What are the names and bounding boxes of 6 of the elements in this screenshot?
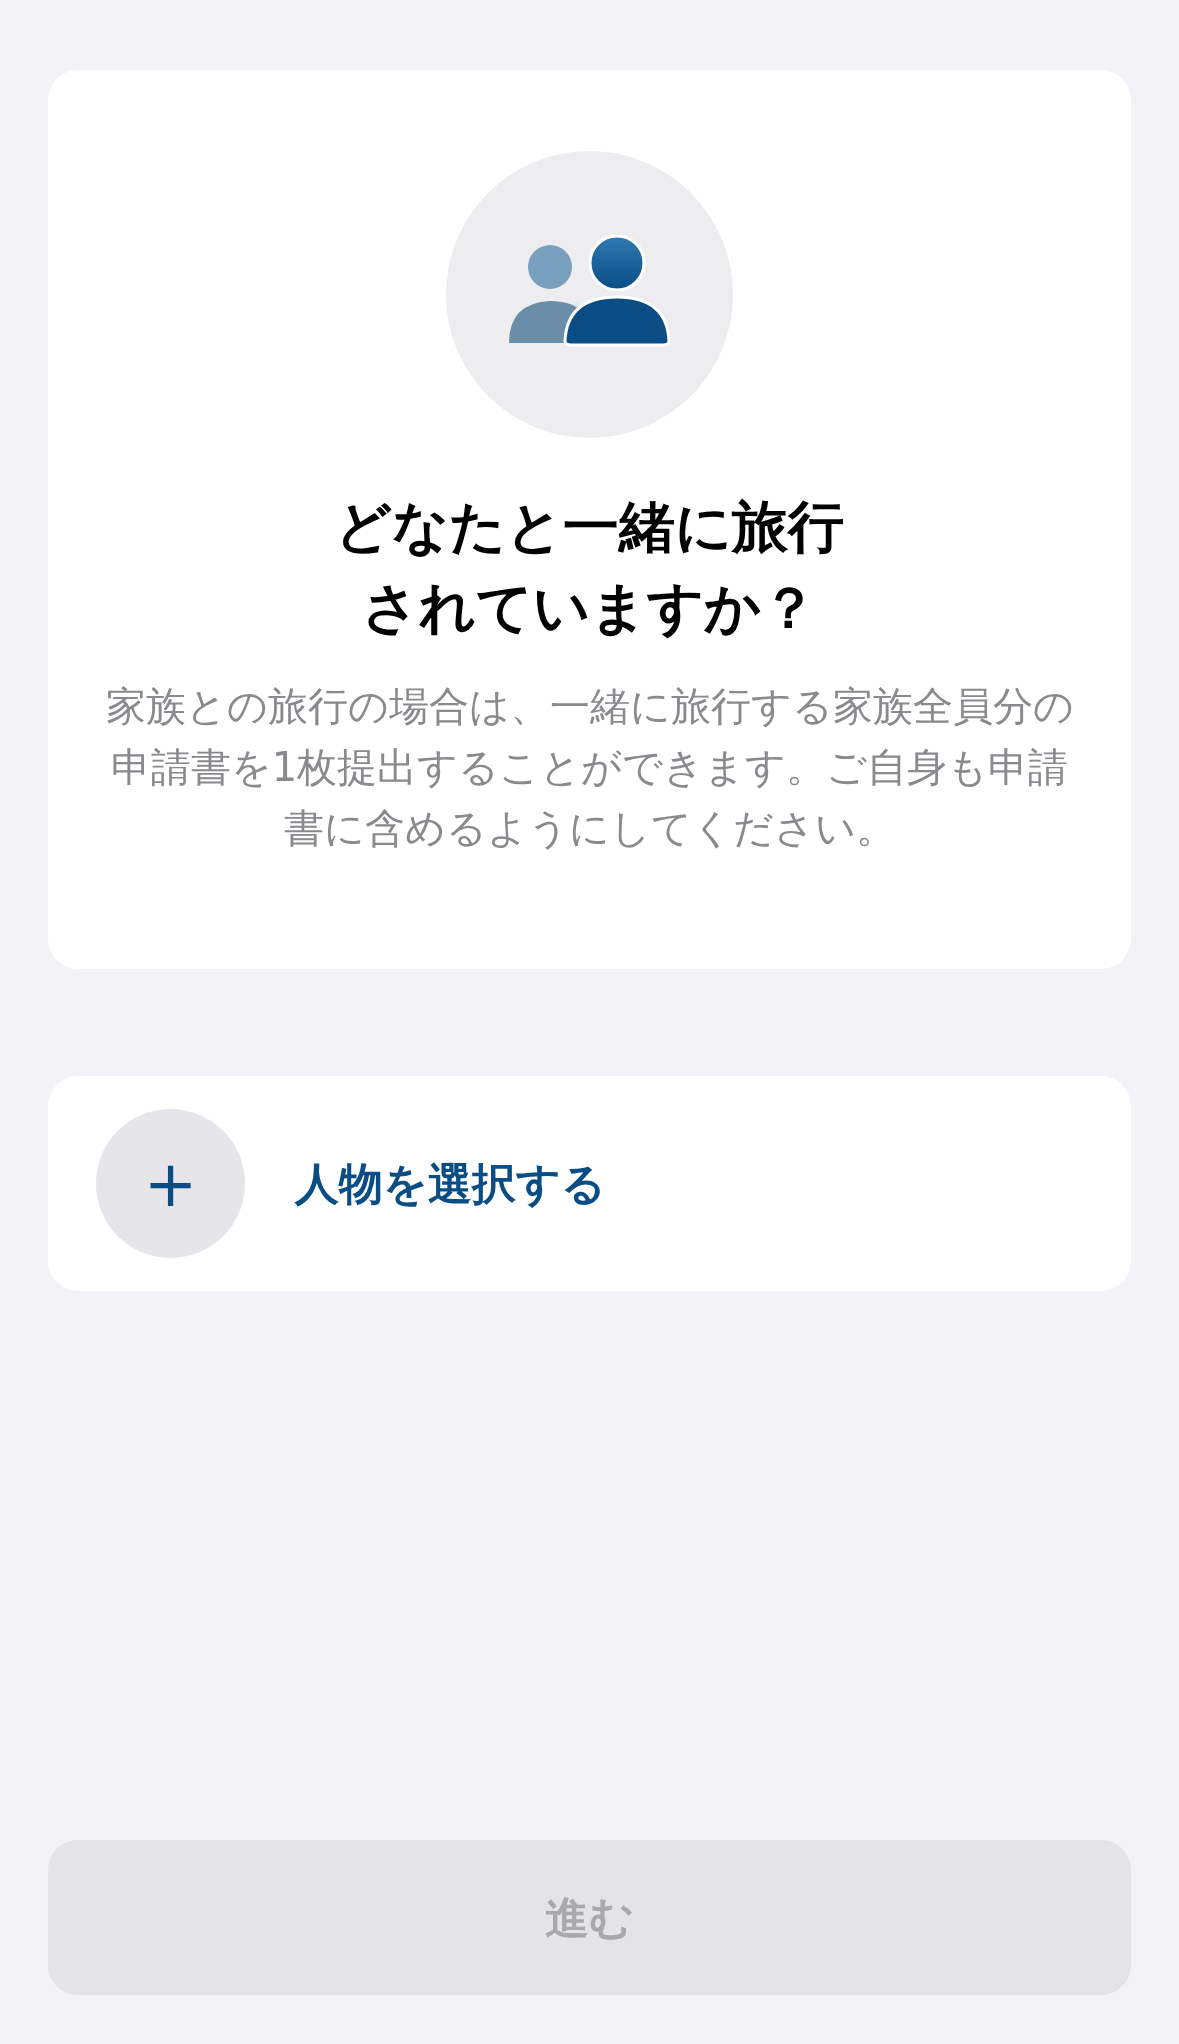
add-person-card[interactable]: + 人物を選択する	[48, 1076, 1131, 1291]
title-line: どなたと一緒に旅行	[335, 493, 844, 561]
description-text: 家族との旅行の場合は、一緒に旅行する家族全員分の申請書を1枚提出することができます。ご自身も申請書に含めるようにしてください。	[104, 682, 1075, 853]
title-line: されていますか？	[362, 574, 817, 642]
add-icon: +	[96, 1109, 245, 1258]
select-person-label: 人物を選択する	[295, 1156, 606, 1211]
